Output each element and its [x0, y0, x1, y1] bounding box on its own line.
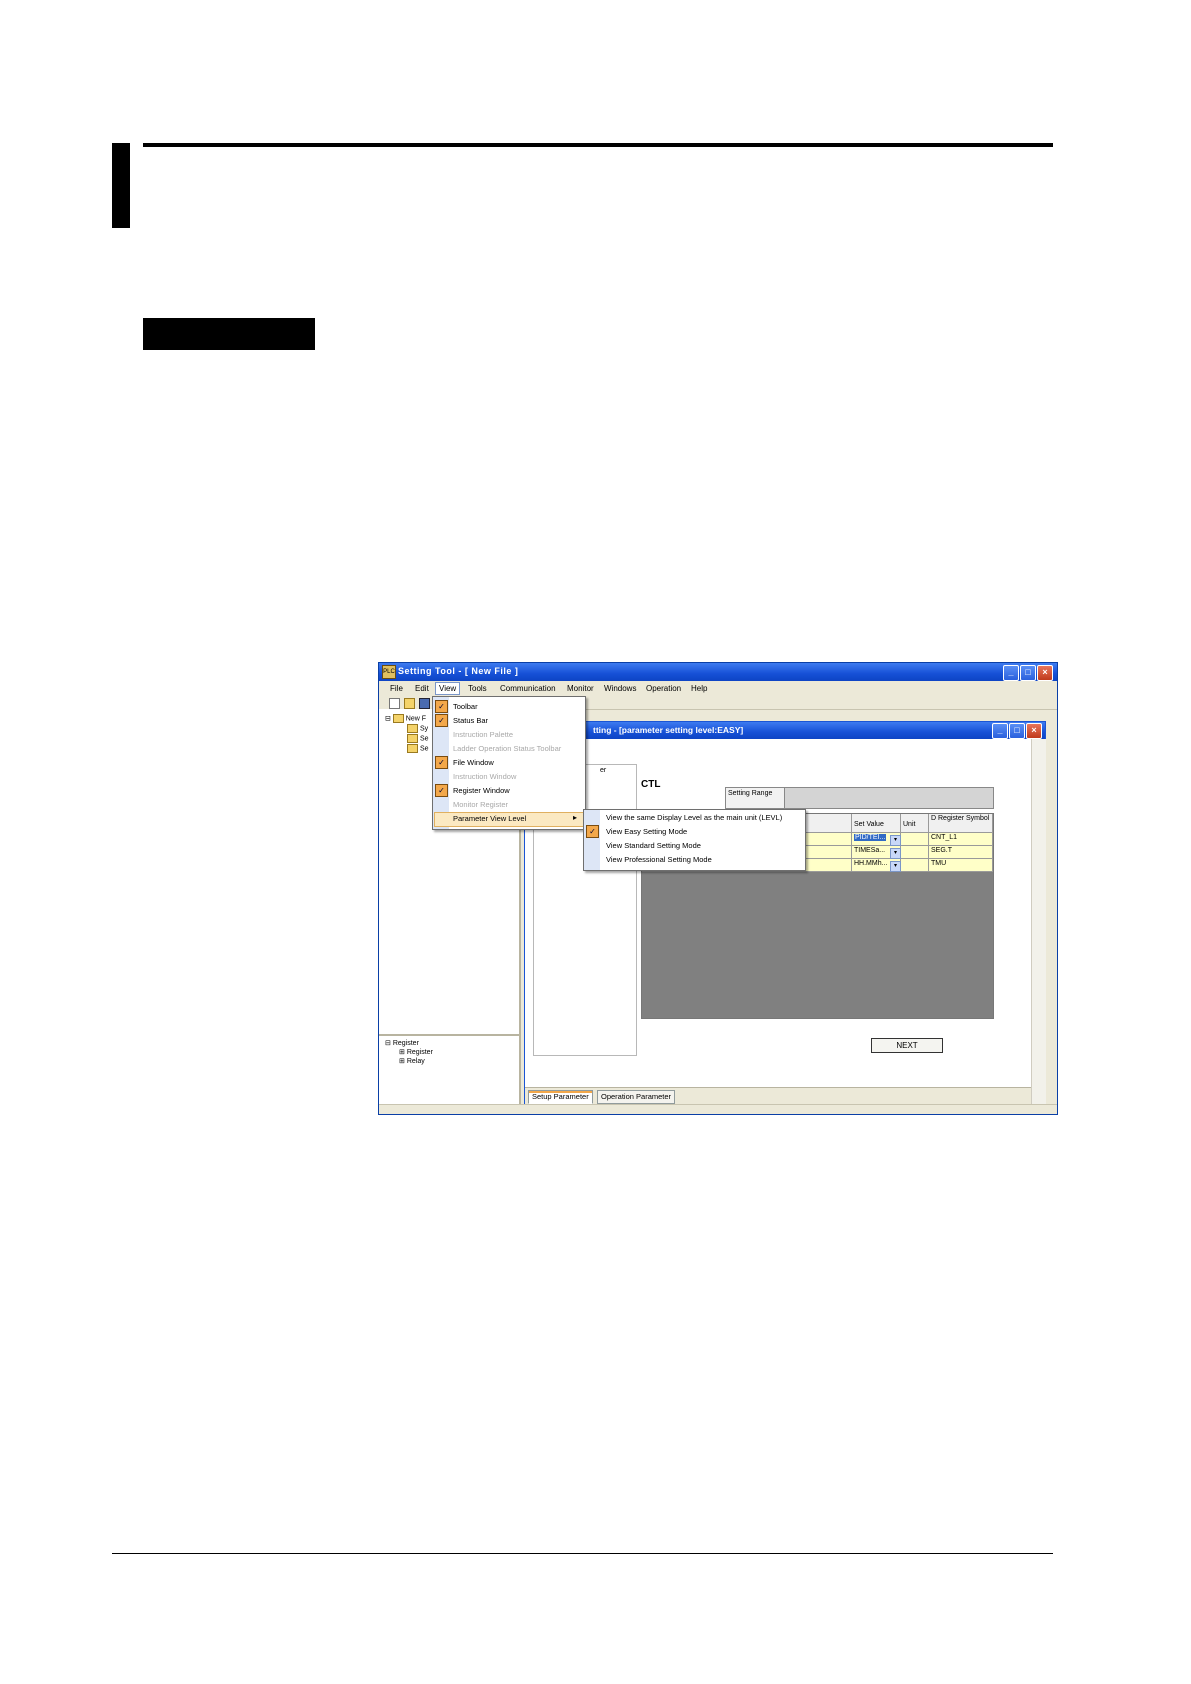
grid-cell-symbol: SEG.T [929, 846, 993, 859]
setting-range-box: Setting Range [725, 787, 994, 809]
menu-item-register-window[interactable]: Register Window [453, 786, 510, 795]
collapse-icon[interactable]: ⊟ [385, 1040, 391, 1047]
menu-item-instruction-window: Instruction Window [453, 772, 517, 781]
check-icon: ✓ [435, 714, 448, 727]
parameter-setting-window: tting - [parameter setting level:EASY] _… [524, 721, 1046, 1106]
ctl-label: CTL [641, 779, 661, 790]
submenu-arrow-icon: ▸ [573, 813, 578, 822]
menu-tools[interactable]: Tools [468, 684, 487, 693]
register-item-label: Register [406, 1049, 433, 1056]
view-menu-dropdown: ✓ Toolbar ✓ Status Bar Instruction Palet… [432, 696, 586, 830]
save-icon[interactable] [419, 698, 430, 709]
status-bar [379, 1104, 1057, 1114]
grid-cell-symbol: TMU [929, 859, 993, 872]
menu-operation[interactable]: Operation [646, 684, 681, 693]
register-root[interactable]: ⊟ Register [385, 1039, 419, 1047]
menu-item-toolbar[interactable]: Toolbar [453, 702, 478, 711]
parameter-list-item[interactable]: er [600, 767, 606, 774]
next-button[interactable]: NEXT [871, 1038, 943, 1053]
chevron-down-icon[interactable]: ▾ [890, 848, 901, 859]
menu-icon-strip [584, 810, 600, 870]
tree-item-label: Se [419, 745, 429, 753]
menu-item-parameter-view-level[interactable]: Parameter View Level [453, 814, 526, 823]
chapter-marker-bar [112, 143, 130, 228]
parameter-view-level-submenu: View the same Display Level as the main … [583, 809, 806, 871]
open-folder-icon[interactable] [404, 698, 415, 709]
child-title-bar[interactable]: tting - [parameter setting level:EASY] _… [525, 722, 1045, 739]
menu-monitor[interactable]: Monitor [567, 684, 594, 693]
relay-item[interactable]: ⊞ Relay [399, 1057, 425, 1065]
tree-item-label: Sy [419, 725, 429, 733]
child-window-title: tting - [parameter setting level:EASY] [593, 725, 744, 735]
collapse-icon[interactable]: ⊟ [385, 715, 391, 722]
register-root-label: Register [392, 1040, 419, 1047]
folder-icon [392, 714, 404, 723]
menu-item-view-professional-mode[interactable]: View Professional Setting Mode [606, 855, 712, 864]
check-icon: ✓ [435, 700, 448, 713]
menu-item-view-easy-mode[interactable]: View Easy Setting Mode [606, 827, 687, 836]
menu-item-ladder-status-toolbar: Ladder Operation Status Toolbar [453, 744, 562, 753]
check-icon: ✓ [435, 784, 448, 797]
menu-item-view-same-level[interactable]: View the same Display Level as the main … [606, 813, 782, 822]
tab-setup-parameter[interactable]: Setup Parameter [528, 1090, 593, 1104]
folder-icon [407, 734, 418, 743]
register-window: ⊟ Register ⊞ Register ⊞ Relay [379, 1036, 519, 1104]
menu-item-file-window[interactable]: File Window [453, 758, 494, 767]
set-value-text: PID/TEI... [854, 834, 887, 841]
minimize-button[interactable]: _ [1003, 665, 1019, 681]
menu-item-monitor-register: Monitor Register [453, 800, 509, 809]
menu-bar: File Edit View Tools Communication Monit… [379, 681, 1057, 696]
menu-file[interactable]: File [390, 684, 403, 693]
grid-cell-unit[interactable] [901, 833, 929, 846]
menu-item-status-bar[interactable]: Status Bar [453, 716, 488, 725]
chevron-down-icon[interactable]: ▾ [890, 861, 901, 872]
vertical-scrollbar[interactable] [1031, 739, 1046, 1105]
child-body: er CTL Setting Range Name Set Value Unit… [525, 739, 1045, 1106]
menu-edit[interactable]: Edit [415, 684, 429, 693]
section-heading-tab [143, 318, 315, 350]
new-file-icon[interactable] [389, 698, 400, 709]
maximize-button[interactable]: □ [1020, 665, 1036, 681]
grid-header-unit: Unit [901, 814, 929, 833]
grid-cell-unit[interactable] [901, 846, 929, 859]
tree-item-label: Se [419, 735, 429, 743]
relay-item-label: Relay [406, 1058, 425, 1065]
app-icon: PLC [382, 665, 396, 679]
grid-cell-symbol: CNT_L1 [929, 833, 993, 846]
close-button[interactable]: × [1037, 665, 1053, 681]
menu-communication[interactable]: Communication [500, 684, 556, 693]
child-minimize-button[interactable]: _ [992, 723, 1008, 739]
grid-cell-unit[interactable] [901, 859, 929, 872]
child-maximize-button[interactable]: □ [1009, 723, 1025, 739]
tree-root[interactable]: ⊟ New F [385, 714, 426, 723]
setting-range-label: Setting Range [728, 790, 773, 797]
check-icon: ✓ [586, 825, 599, 838]
menu-windows[interactable]: Windows [604, 684, 636, 693]
chevron-down-icon[interactable]: ▾ [890, 835, 901, 846]
expand-icon[interactable]: ⊞ [399, 1049, 405, 1056]
grid-header-set-value: Set Value [852, 814, 901, 833]
setting-range-label-cell: Setting Range [726, 788, 785, 808]
child-close-button[interactable]: × [1026, 723, 1042, 739]
tree-item[interactable]: Sy [407, 724, 428, 733]
tab-operation-parameter[interactable]: Operation Parameter [597, 1090, 676, 1104]
footer-rule [112, 1553, 1053, 1554]
chapter-header-rule [143, 143, 1053, 147]
folder-icon [407, 724, 418, 733]
expand-icon[interactable]: ⊞ [399, 1058, 405, 1065]
title-bar[interactable]: PLC Setting Tool - [ New File ] _ □ × [379, 663, 1057, 681]
tree-root-label: New F [405, 715, 427, 723]
register-item[interactable]: ⊞ Register [399, 1048, 433, 1056]
tree-item[interactable]: Se [407, 744, 429, 753]
tree-item[interactable]: Se [407, 734, 429, 743]
setting-tool-window: PLC Setting Tool - [ New File ] _ □ × Fi… [378, 662, 1058, 1115]
check-icon: ✓ [435, 756, 448, 769]
menu-help[interactable]: Help [691, 684, 707, 693]
grid-header-register-symbol: D Register Symbol [929, 814, 993, 833]
menu-view[interactable]: View [435, 682, 461, 695]
menu-item-instruction-palette: Instruction Palette [453, 730, 514, 739]
folder-icon [407, 744, 418, 753]
window-title: Setting Tool - [ New File ] [398, 666, 519, 676]
menu-item-view-standard-mode[interactable]: View Standard Setting Mode [606, 841, 701, 850]
